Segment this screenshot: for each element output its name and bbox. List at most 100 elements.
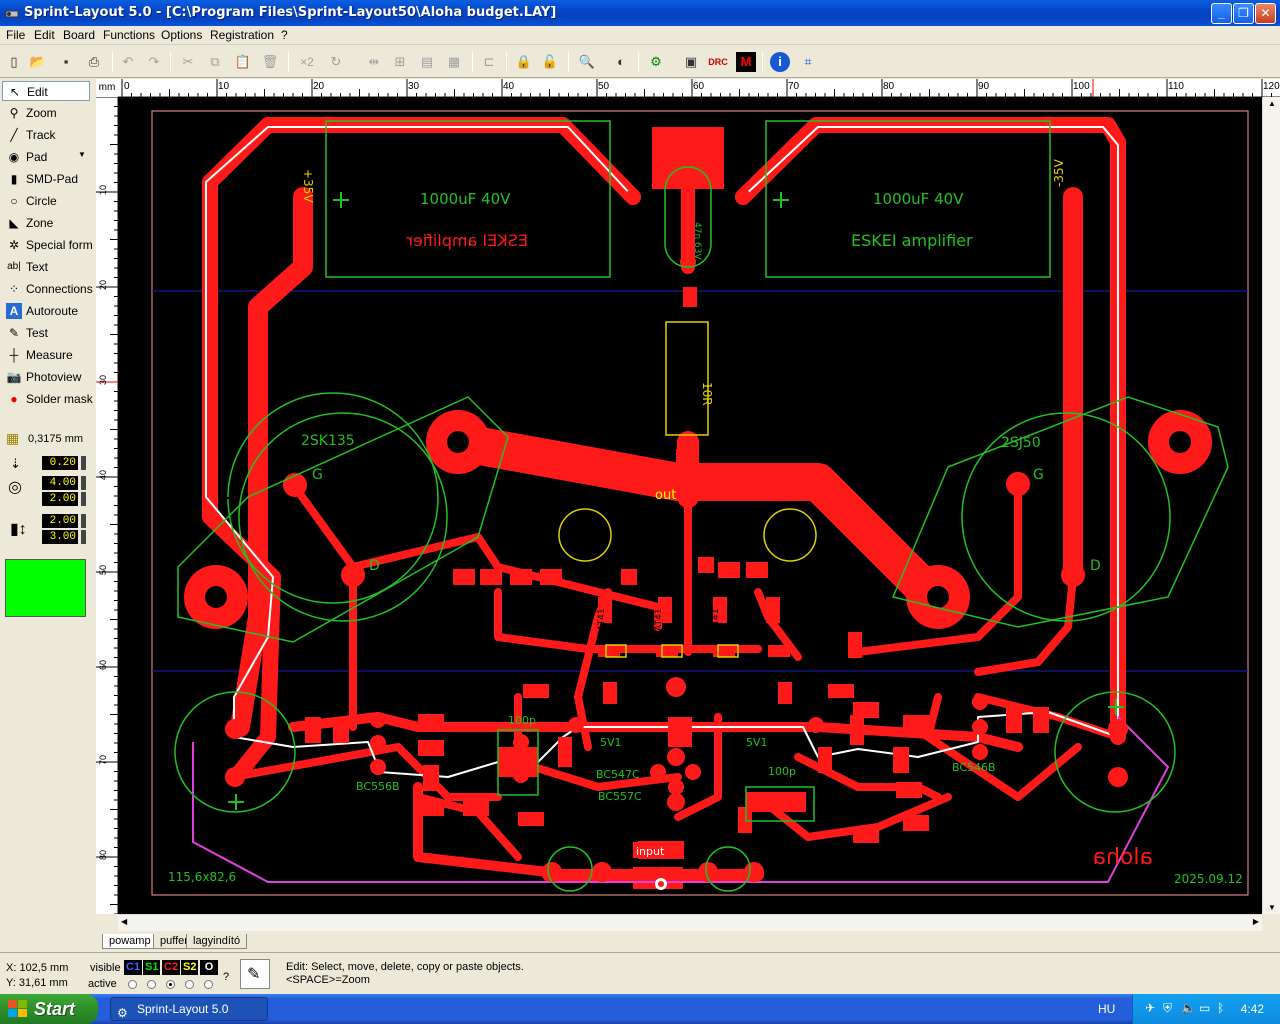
scroll-up-icon[interactable]: ▲ [1268,99,1276,108]
tool-special-form[interactable]: ✲ Special form [2,235,93,255]
help-icon[interactable]: ? [223,971,229,983]
delete-icon[interactable]: 🗑 [260,52,280,72]
tool-pad[interactable]: ◉ Pad ▼ [2,147,90,167]
ruler-left-label: 50 [98,564,109,576]
ruler-left[interactable]: 10 20 30 40 50 60 70 80 [96,97,118,914]
board-date-label: 2025.09.12 [1174,872,1243,886]
open-folder-icon[interactable]: 📂 [28,52,48,72]
tool-measure[interactable]: ┼ Measure [2,345,90,365]
ungroup-icon[interactable]: ▦ [444,52,464,72]
tool-solder-mask[interactable]: ● Solder mask [2,389,92,409]
save-icon[interactable]: ▪ [56,52,76,72]
active-c1-radio[interactable] [128,980,137,989]
tool-track[interactable]: ╱ Track [2,125,90,145]
snap-icon[interactable]: ⊏ [479,52,499,72]
macro-icon[interactable]: M [736,52,756,72]
pcb-canvas[interactable]: 1000uF 40V 1000uF 40V ESKEI amplifier 2S… [118,97,1262,914]
tool-text[interactable]: ab| Text [2,257,90,277]
layer-color-swatch[interactable] [5,559,86,617]
menu-edit[interactable]: Edit [34,28,55,42]
bluetooth-icon[interactable]: ᛒ [1217,1001,1224,1015]
print-icon[interactable]: ⎙ [84,52,104,72]
maximize-button[interactable]: ❐ [1233,3,1254,24]
scroll-right-icon[interactable]: ▶ [1253,917,1259,926]
minimize-button[interactable]: _ [1211,3,1232,24]
tool-smd-pad[interactable]: ▮ SMD-Pad [2,169,90,189]
dropdown-arrow-icon[interactable]: ▼ [78,150,86,159]
tool-autoroute[interactable]: A Autoroute [2,301,90,321]
menu-file[interactable]: File [6,28,25,42]
copy-icon[interactable]: ⧉ [205,52,225,72]
menu-options[interactable]: Options [161,28,202,42]
zoom-icon[interactable]: 🔍 [577,52,597,72]
tool-zone[interactable]: ◣ Zone [2,213,90,233]
smd-height-input[interactable]: 3.00 [42,530,78,544]
paste-icon[interactable]: 📋 [233,52,253,72]
grid-setting[interactable]: ▦ 0,3175 mm [4,429,92,449]
component-icon[interactable]: ⚙ [646,52,666,72]
language-indicator[interactable]: HU [1098,1002,1115,1016]
layer-c1-toggle[interactable]: C1 [124,960,143,975]
tab-powamp[interactable]: powamp [102,934,158,949]
shield-icon[interactable]: ⛨ [1163,1001,1172,1016]
track-width-spinner[interactable] [81,456,86,470]
tool-connections[interactable]: ⁘ Connections [2,279,93,299]
active-s2-radio[interactable] [185,980,194,989]
tool-edit[interactable]: ↖ Edit [2,81,90,101]
layer-o-toggle[interactable]: O [200,960,218,975]
taskbar-item-sprint-layout[interactable]: ⚙ Sprint-Layout 5.0 [110,997,268,1021]
align-icon[interactable]: ⊞ [390,52,410,72]
smd-height-spinner[interactable] [81,530,86,544]
horizontal-scrollbar[interactable]: ◀ ▶ [118,914,1262,931]
close-button[interactable]: ✕ [1255,3,1276,24]
group-icon[interactable]: ▤ [417,52,437,72]
track-width-input[interactable]: 0.20 [42,456,78,470]
gate-label: G [312,467,323,483]
layer-c2-toggle[interactable]: C2 [162,960,181,975]
network-icon[interactable]: ✈ [1145,1001,1155,1015]
pad-outer-input[interactable]: 4.00 [42,476,78,490]
tab-lagyindito[interactable]: lagyindító [186,934,248,949]
active-o-radio[interactable] [204,980,213,989]
vertical-scrollbar[interactable]: ▲ ▼ [1262,97,1280,914]
pad-inner-input[interactable]: 2.00 [42,492,78,506]
tool-test[interactable]: ✎ Test [2,323,90,343]
unlock-icon[interactable]: 🔓 [540,52,560,72]
menu-registration[interactable]: Registration [210,28,274,42]
active-s1-radio[interactable] [147,980,156,989]
redo-icon[interactable]: ↷ [144,52,164,72]
crop-icon[interactable]: ⌗ [798,52,818,72]
info-icon[interactable]: i [770,52,790,72]
tool-circle[interactable]: ○ Circle [2,191,90,211]
undo-icon[interactable]: ↶ [118,52,138,72]
speaker-icon[interactable]: 🔈 [1181,1001,1196,1015]
scroll-left-icon[interactable]: ◀ [121,917,127,926]
active-c2-radio[interactable] [166,980,175,989]
transparent-icon[interactable]: ◐ [611,52,631,72]
menu-help[interactable]: ? [281,28,288,42]
cut-icon[interactable]: ✂ [178,52,198,72]
pad-check-icon[interactable]: ▣ [681,52,701,72]
layer-s1-toggle[interactable]: S1 [143,960,161,975]
duplicate-icon[interactable]: ×2 [296,52,318,72]
menu-board[interactable]: Board [63,28,95,42]
mirror-icon[interactable]: ⇹ [364,52,384,72]
smd-width-spinner[interactable] [81,514,86,528]
title-bar[interactable]: Sprint-Layout 5.0 - [C:\Program Files\Sp… [0,0,1280,26]
new-file-icon[interactable]: ▯ [4,52,24,72]
pad-outer-spinner[interactable] [81,476,86,490]
tool-zoom[interactable]: ⚲ Zoom [2,103,90,123]
layer-s2-toggle[interactable]: S2 [181,960,199,975]
smd-width-input[interactable]: 2.00 [42,514,78,528]
monitor-icon[interactable]: ▭ [1199,1001,1210,1015]
start-button[interactable]: Start [0,994,98,1024]
drc-icon[interactable]: DRC [708,52,728,72]
scroll-down-icon[interactable]: ▼ [1268,903,1276,912]
menu-functions[interactable]: Functions [103,28,155,42]
ruler-top[interactable]: 0 10 20 30 40 50 60 70 80 90 100 110 120 [118,79,1280,97]
ruler-top-label: 100 [1073,81,1090,92]
rotate-icon[interactable]: ↻ [326,52,346,72]
tool-photoview[interactable]: 📷 Photoview [2,367,90,387]
lock-icon[interactable]: 🔒 [514,52,534,72]
pad-inner-spinner[interactable] [81,492,86,506]
